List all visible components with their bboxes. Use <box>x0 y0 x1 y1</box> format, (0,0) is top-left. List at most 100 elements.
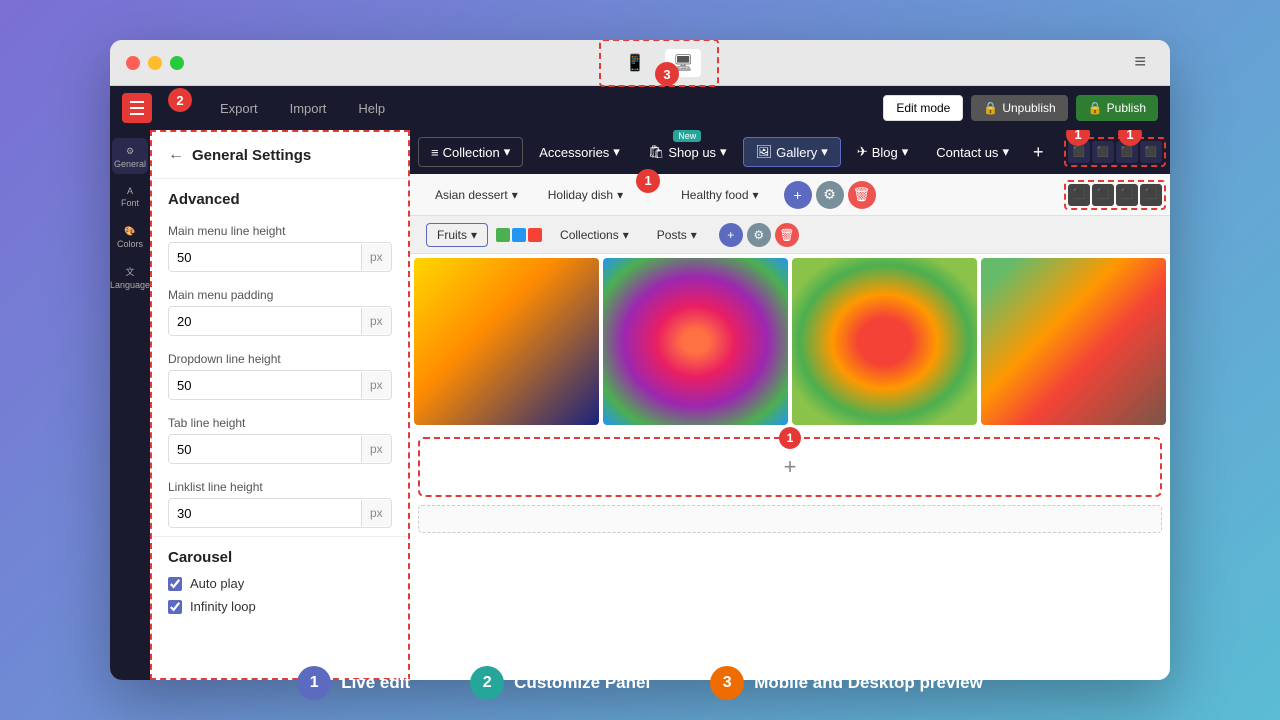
image-mango-blueberry <box>414 258 599 425</box>
footer-item-customize: 2 Customize Panel <box>470 666 650 700</box>
add-row-icon: + <box>784 454 797 480</box>
browser-window: 📱 🖥 ≡ 3 2 Export Import Help Edit mode 🔒… <box>110 40 1170 680</box>
badge-live-edit: 1 <box>297 666 331 700</box>
nav-blog[interactable]: ✈ Blog ▾ <box>845 138 920 166</box>
export-btn[interactable]: Export <box>212 97 266 120</box>
minimize-dot[interactable] <box>148 56 162 70</box>
maximize-dot[interactable] <box>170 56 184 70</box>
import-btn[interactable]: Import <box>282 97 335 120</box>
add-row-placeholder[interactable]: 1 + <box>418 437 1162 497</box>
browser-dots <box>126 56 184 70</box>
website-nav: ≡ Collection ▾ Accessories ▾ New 🛍 Shop … <box>410 130 1170 174</box>
sidebar-font[interactable]: A Font <box>112 178 148 214</box>
nav-add-btn[interactable]: + <box>1025 142 1052 163</box>
subnav2-add-btn[interactable]: + <box>719 223 743 247</box>
align-icon-2[interactable]: ⬛ <box>1092 141 1114 163</box>
sidebar-language[interactable]: 文 Language <box>112 258 148 294</box>
new-badge: New <box>673 130 701 142</box>
infinity-loop-row: Infinity loop <box>168 599 392 614</box>
close-dot[interactable] <box>126 56 140 70</box>
subnav2-posts[interactable]: Posts ▾ <box>647 224 707 246</box>
align2-icon-2[interactable]: ⬛ <box>1092 184 1114 206</box>
nav-shop[interactable]: New 🛍 Shop us ▾ <box>636 138 739 166</box>
field-tab-height: Tab line height px ▲ ▼ <box>152 408 408 472</box>
preview-area: ≡ Collection ▾ Accessories ▾ New 🛍 Shop … <box>410 130 1170 680</box>
sidebar-general[interactable]: ⚙ General <box>112 138 148 174</box>
nav-accessories[interactable]: Accessories ▾ <box>527 138 632 166</box>
infinity-loop-checkbox[interactable] <box>168 600 182 614</box>
color-green[interactable] <box>496 228 510 242</box>
align2-icon-4[interactable]: ⬛ <box>1140 184 1162 206</box>
autoplay-label: Auto play <box>190 576 244 591</box>
image-colorful-platter <box>792 258 977 425</box>
advanced-section-label: Advanced <box>152 179 408 216</box>
subnav-delete-btn[interactable]: 🗑 <box>848 181 876 209</box>
align2-icon-1[interactable]: ⬛ <box>1068 184 1090 206</box>
back-btn[interactable]: ← <box>168 146 184 164</box>
autoplay-checkbox[interactable] <box>168 577 182 591</box>
publish-btn[interactable]: 🔒 Publish <box>1076 95 1158 121</box>
sidebar-colors[interactable]: 🎨 Colors <box>112 218 148 254</box>
nav-gallery[interactable]: 🖼 Gallery ▾ <box>743 137 841 167</box>
mobile-desktop-label: Mobile and Desktop preview <box>754 673 983 693</box>
field-dropdown-height: Dropdown line height px ▲ ▼ <box>152 344 408 408</box>
align2-icon-3[interactable]: ⬛ <box>1116 184 1138 206</box>
image-tropical-bowl <box>603 258 788 425</box>
subnav2-collections[interactable]: Collections ▾ <box>550 224 639 246</box>
settings-title: General Settings <box>192 147 311 164</box>
color-indicators <box>496 228 542 242</box>
sidebar: ⚙ General A Font 🎨 Colors 文 Language <box>110 130 150 680</box>
subnav-holiday-dish[interactable]: Holiday dish ▾ <box>535 181 636 209</box>
app-toolbar: 2 Export Import Help Edit mode 🔒 Unpubli… <box>110 86 1170 130</box>
subnav2-delete-btn[interactable]: 🗑 <box>775 223 799 247</box>
step1-subnav-badge: 1 <box>636 169 660 193</box>
bottom-section <box>418 505 1162 533</box>
subnav-action-btns: + ⚙ 🗑 <box>784 181 876 209</box>
subnav2-action-btns: + ⚙ 🗑 <box>719 223 799 247</box>
subnav-settings-btn[interactable]: ⚙ <box>816 181 844 209</box>
main-menu-padding-input[interactable] <box>169 308 361 335</box>
subnav-add-btn[interactable]: + <box>784 181 812 209</box>
footer-labels: 1 Live edit 2 Customize Panel 3 Mobile a… <box>0 666 1280 700</box>
field-linklist-height: Linklist line height px ▲ ▼ <box>152 472 408 536</box>
main-menu-height-input[interactable] <box>169 244 361 271</box>
settings-panel: ← General Settings Advanced Main menu li… <box>150 130 410 680</box>
align-icon-4[interactable]: ⬛ <box>1140 141 1162 163</box>
carousel-section: Carousel Auto play Infinity loop <box>152 536 408 634</box>
carousel-title: Carousel <box>168 549 392 566</box>
nav-collection[interactable]: ≡ Collection ▾ <box>418 137 523 167</box>
toolbar-right: Edit mode 🔒 Unpublish 🔒 Publish <box>883 95 1158 121</box>
tab-height-input[interactable] <box>169 436 361 463</box>
hamburger-icon: ≡ <box>1134 51 1146 74</box>
edit-mode-btn[interactable]: Edit mode <box>883 95 963 121</box>
subnav2-settings-btn[interactable]: ⚙ <box>747 223 771 247</box>
image-veggie-mix <box>981 258 1166 425</box>
field-main-menu-padding: Main menu padding px ▲ ▼ <box>152 280 408 344</box>
toolbar-menu-icon[interactable] <box>122 93 152 123</box>
main-area: ⚙ General A Font 🎨 Colors 文 Language ← G… <box>110 130 1170 680</box>
linklist-height-input[interactable] <box>169 500 361 527</box>
lock-icon2: 🔒 <box>1088 101 1103 115</box>
website-subnav: Asian dessert ▾ Holiday dish ▾ 1 Healthy… <box>410 174 1170 216</box>
step3-browser-badge: 3 <box>655 62 679 86</box>
subnav-asian-dessert[interactable]: Asian dessert ▾ <box>422 181 531 209</box>
nav-contact[interactable]: Contact us ▾ <box>924 138 1021 166</box>
live-edit-label: Live edit <box>341 673 410 693</box>
color-red[interactable] <box>528 228 542 242</box>
step1-add-row-badge: 1 <box>779 427 801 449</box>
dropdown-height-input[interactable] <box>169 372 361 399</box>
lock-icon: 🔒 <box>983 101 998 115</box>
subnav-healthy-food[interactable]: Healthy food ▾ <box>668 181 771 209</box>
color-blue[interactable] <box>512 228 526 242</box>
footer-item-live-edit: 1 Live edit <box>297 666 410 700</box>
browser-titlebar: 📱 🖥 ≡ <box>110 40 1170 86</box>
infinity-loop-label: Infinity loop <box>190 599 256 614</box>
subnav2-fruits[interactable]: Fruits ▾ <box>426 223 488 247</box>
autoplay-row: Auto play <box>168 576 392 591</box>
mobile-preview-btn[interactable]: 📱 <box>617 49 653 77</box>
settings-panel-header: ← General Settings <box>152 132 408 179</box>
unpublish-btn[interactable]: 🔒 Unpublish <box>971 95 1067 121</box>
footer-item-preview: 3 Mobile and Desktop preview <box>710 666 983 700</box>
help-btn[interactable]: Help <box>350 97 393 120</box>
customize-panel-label: Customize Panel <box>514 673 650 693</box>
